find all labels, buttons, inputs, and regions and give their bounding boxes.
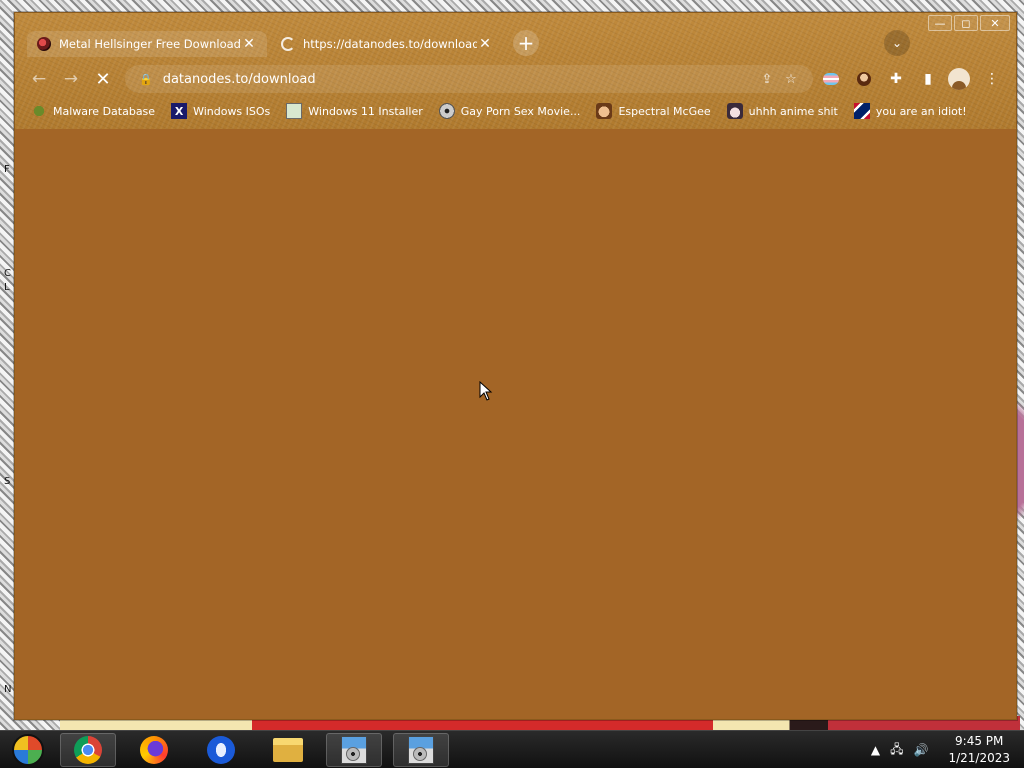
lock-icon[interactable]: 🔒 bbox=[139, 73, 153, 86]
desktop-label: N bbox=[4, 684, 12, 695]
x-icon: X bbox=[171, 103, 188, 119]
cd-icon bbox=[438, 103, 455, 119]
firefox-icon bbox=[140, 736, 168, 764]
anime-icon bbox=[726, 103, 743, 119]
installer-icon bbox=[341, 736, 367, 764]
bookmark-label: Gay Porn Sex Movie... bbox=[460, 104, 581, 118]
forward-button[interactable]: → bbox=[59, 67, 83, 91]
chrome-icon bbox=[74, 736, 102, 764]
installer-icon bbox=[408, 736, 434, 764]
bug-icon bbox=[31, 103, 47, 119]
bookmark-label: Windows ISOs bbox=[193, 104, 271, 118]
toolbar: ← → ✕ 🔒 datanodes.to/download ⇪ ☆ ✚ ▮ ⋮ bbox=[15, 63, 1016, 95]
tab-title: Metal Hellsinger Free Download ( bbox=[59, 37, 241, 51]
bookmark-anime[interactable]: uhhh anime shit bbox=[726, 103, 838, 119]
new-tab-button[interactable]: + bbox=[513, 30, 539, 56]
page-content[interactable] bbox=[15, 129, 1016, 719]
close-tab-icon[interactable]: ✕ bbox=[477, 36, 493, 52]
profile-avatar[interactable] bbox=[948, 68, 970, 90]
browser-window: — ◻ ✕ Metal Hellsinger Free Download ( ✕… bbox=[14, 12, 1017, 720]
volume-icon[interactable]: 🔊 bbox=[914, 743, 929, 757]
minimize-button[interactable]: — bbox=[928, 15, 952, 31]
browser-frame: — ◻ ✕ Metal Hellsinger Free Download ( ✕… bbox=[15, 13, 1016, 129]
bookmark-label: uhhh anime shit bbox=[748, 104, 838, 118]
tab-title: https://datanodes.to/download bbox=[303, 37, 477, 51]
flag-icon bbox=[853, 103, 870, 119]
system-tray: ▲ 🖧 🔊 9:45 PM 1/21/2023 bbox=[871, 731, 1024, 768]
opera-icon bbox=[207, 736, 235, 764]
bookmark-label: Malware Database bbox=[53, 104, 156, 118]
desktop-label: F bbox=[4, 164, 10, 175]
desktop-label: C bbox=[4, 268, 11, 279]
taskbar-installer-2[interactable] bbox=[393, 733, 449, 767]
mouse-cursor-icon bbox=[479, 381, 493, 401]
back-button[interactable]: ← bbox=[27, 67, 51, 91]
bookmark-movie-site[interactable]: Gay Porn Sex Movie... bbox=[438, 103, 581, 119]
bookmark-label: Windows 11 Installer bbox=[308, 104, 423, 118]
tab-metal-hellsinger[interactable]: Metal Hellsinger Free Download ( ✕ bbox=[27, 31, 267, 57]
start-button[interactable] bbox=[0, 733, 56, 767]
desktop-label: S bbox=[4, 476, 11, 487]
taskbar-opera[interactable] bbox=[193, 733, 249, 767]
desktop-label: L bbox=[4, 282, 10, 293]
pride-flag-extension-icon[interactable] bbox=[820, 68, 842, 90]
stop-loading-button[interactable]: ✕ bbox=[91, 67, 115, 91]
show-hidden-icons-icon[interactable]: ▲ bbox=[871, 743, 880, 757]
window-controls: — ◻ ✕ bbox=[928, 15, 1010, 31]
side-panel-icon[interactable]: ▮ bbox=[917, 68, 939, 90]
clock-time: 9:45 PM bbox=[955, 734, 1004, 748]
bookmark-you-are-an-idiot[interactable]: you are an idiot! bbox=[853, 103, 967, 119]
taskbar-installer-1[interactable] bbox=[326, 733, 382, 767]
taskbar-file-explorer[interactable] bbox=[260, 733, 316, 767]
clock-date: 1/21/2023 bbox=[948, 751, 1010, 765]
chrome-menu-icon[interactable]: ⋮ bbox=[981, 68, 1003, 90]
face-icon bbox=[596, 103, 613, 119]
bookmark-windows-11-installer[interactable]: Windows 11 Installer bbox=[286, 103, 423, 119]
share-icon[interactable]: ⇪ bbox=[755, 72, 779, 87]
close-window-button[interactable]: ✕ bbox=[980, 15, 1010, 31]
bookmark-label: Espectral McGee bbox=[618, 104, 711, 118]
taskbar-chrome[interactable] bbox=[60, 733, 116, 767]
bookmark-espectral-mcgee[interactable]: Espectral McGee bbox=[596, 103, 711, 119]
tab-datanodes[interactable]: https://datanodes.to/download ✕ bbox=[273, 31, 501, 57]
loading-spinner-icon bbox=[281, 37, 295, 51]
clock[interactable]: 9:45 PM 1/21/2023 bbox=[948, 733, 1010, 767]
bookmark-windows-isos[interactable]: X Windows ISOs bbox=[171, 103, 270, 119]
site-favicon-icon bbox=[37, 37, 51, 51]
bookmark-label: you are an idiot! bbox=[875, 104, 967, 118]
maximize-button[interactable]: ◻ bbox=[954, 15, 978, 31]
url-text[interactable]: datanodes.to/download bbox=[163, 72, 755, 87]
installer-icon bbox=[286, 103, 303, 119]
taskbar-firefox[interactable] bbox=[126, 733, 182, 767]
avatar-extension-icon[interactable] bbox=[853, 68, 875, 90]
windows-start-icon bbox=[12, 734, 44, 766]
tab-search-button[interactable]: ⌄ bbox=[884, 30, 910, 56]
bookmarks-bar: Malware Database X Windows ISOs Windows … bbox=[31, 101, 1016, 121]
address-bar[interactable]: 🔒 datanodes.to/download ⇪ ☆ bbox=[125, 65, 813, 93]
bookmark-star-icon[interactable]: ☆ bbox=[779, 72, 803, 87]
network-icon[interactable]: 🖧 bbox=[890, 740, 903, 761]
folder-icon bbox=[273, 738, 303, 762]
close-tab-icon[interactable]: ✕ bbox=[241, 36, 257, 52]
bookmark-malware-database[interactable]: Malware Database bbox=[31, 103, 155, 119]
extensions-puzzle-icon[interactable]: ✚ bbox=[885, 68, 907, 90]
taskbar: ▲ 🖧 🔊 9:45 PM 1/21/2023 bbox=[0, 730, 1024, 768]
